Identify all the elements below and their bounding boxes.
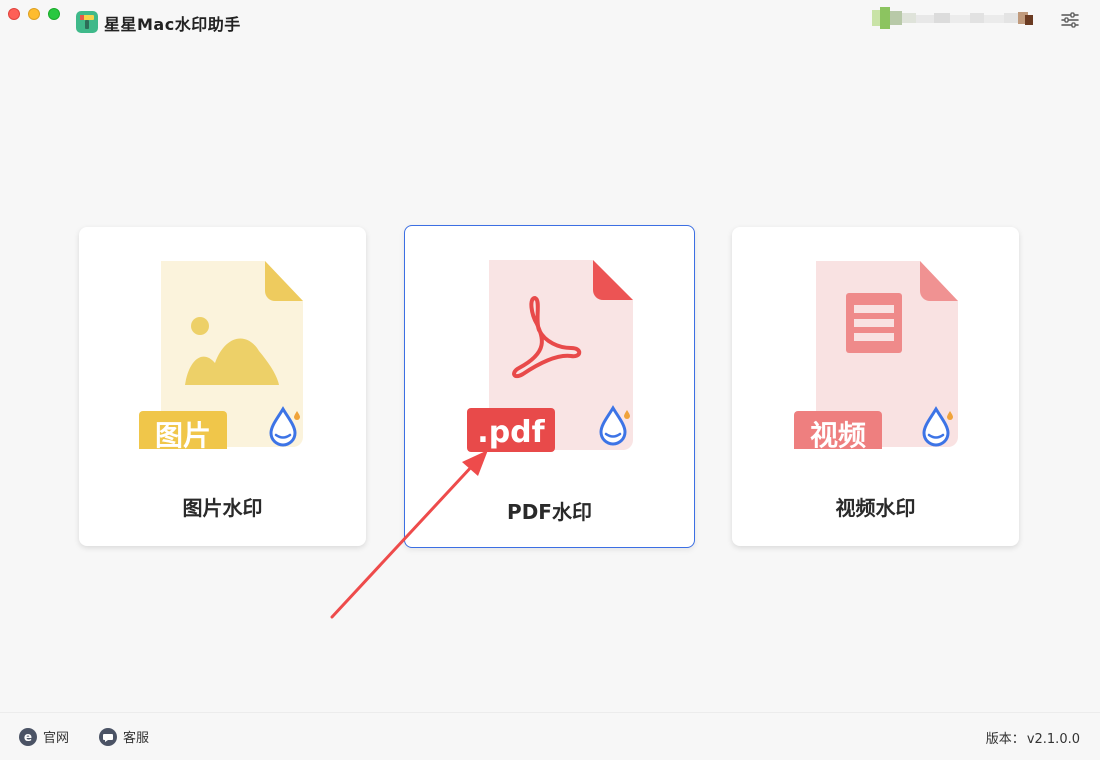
version-label: 版本： [985,732,1025,747]
footer-bar: e 官网 客服 版本： v2.1.0.0 [0,712,1100,760]
pdf-watermark-card[interactable]: .pdf PDF水印 [404,225,695,548]
user-avatar-blurred[interactable] [872,7,1037,29]
pdf-file-icon: .pdf [467,260,633,452]
image-file-icon: 图片 [139,261,303,449]
video-watermark-card[interactable]: 视频 视频水印 [732,227,1019,546]
title-bar: 星星Mac水印助手 [0,0,1100,44]
card-badge-text: 视频 [810,419,866,449]
zoom-window-button[interactable] [48,8,60,20]
version-info: 版本： v2.1.0.0 [984,728,1080,747]
customer-service-link[interactable]: 客服 [99,727,149,746]
close-window-button[interactable] [8,8,20,20]
app-logo-icon [76,11,98,33]
image-watermark-card[interactable]: 图片 图片水印 [79,227,366,546]
official-site-link[interactable]: e 官网 [19,727,69,746]
official-site-label: 官网 [43,731,70,746]
minimize-window-button[interactable] [28,8,40,20]
card-label: PDF水印 [507,500,592,524]
card-badge-text: .pdf [477,415,545,450]
app-window: 星星Mac水印助手 图片 图片水印 .pdf PDF水印 视频 视频水印 e 官… [0,0,1100,760]
customer-service-label: 客服 [123,731,150,746]
card-label: 图片水印 [182,496,263,520]
settings-sliders-icon[interactable] [1060,10,1080,30]
svg-text:e: e [24,730,32,744]
video-file-icon: 视频 [794,261,958,449]
app-title: 星星Mac水印助手 [104,15,241,34]
card-badge-text: 图片 [155,419,211,449]
browser-e-icon: e [19,727,37,746]
version-value: v2.1.0.0 [1026,732,1080,747]
chat-bubble-icon [99,727,117,746]
card-label: 视频水印 [835,496,916,520]
